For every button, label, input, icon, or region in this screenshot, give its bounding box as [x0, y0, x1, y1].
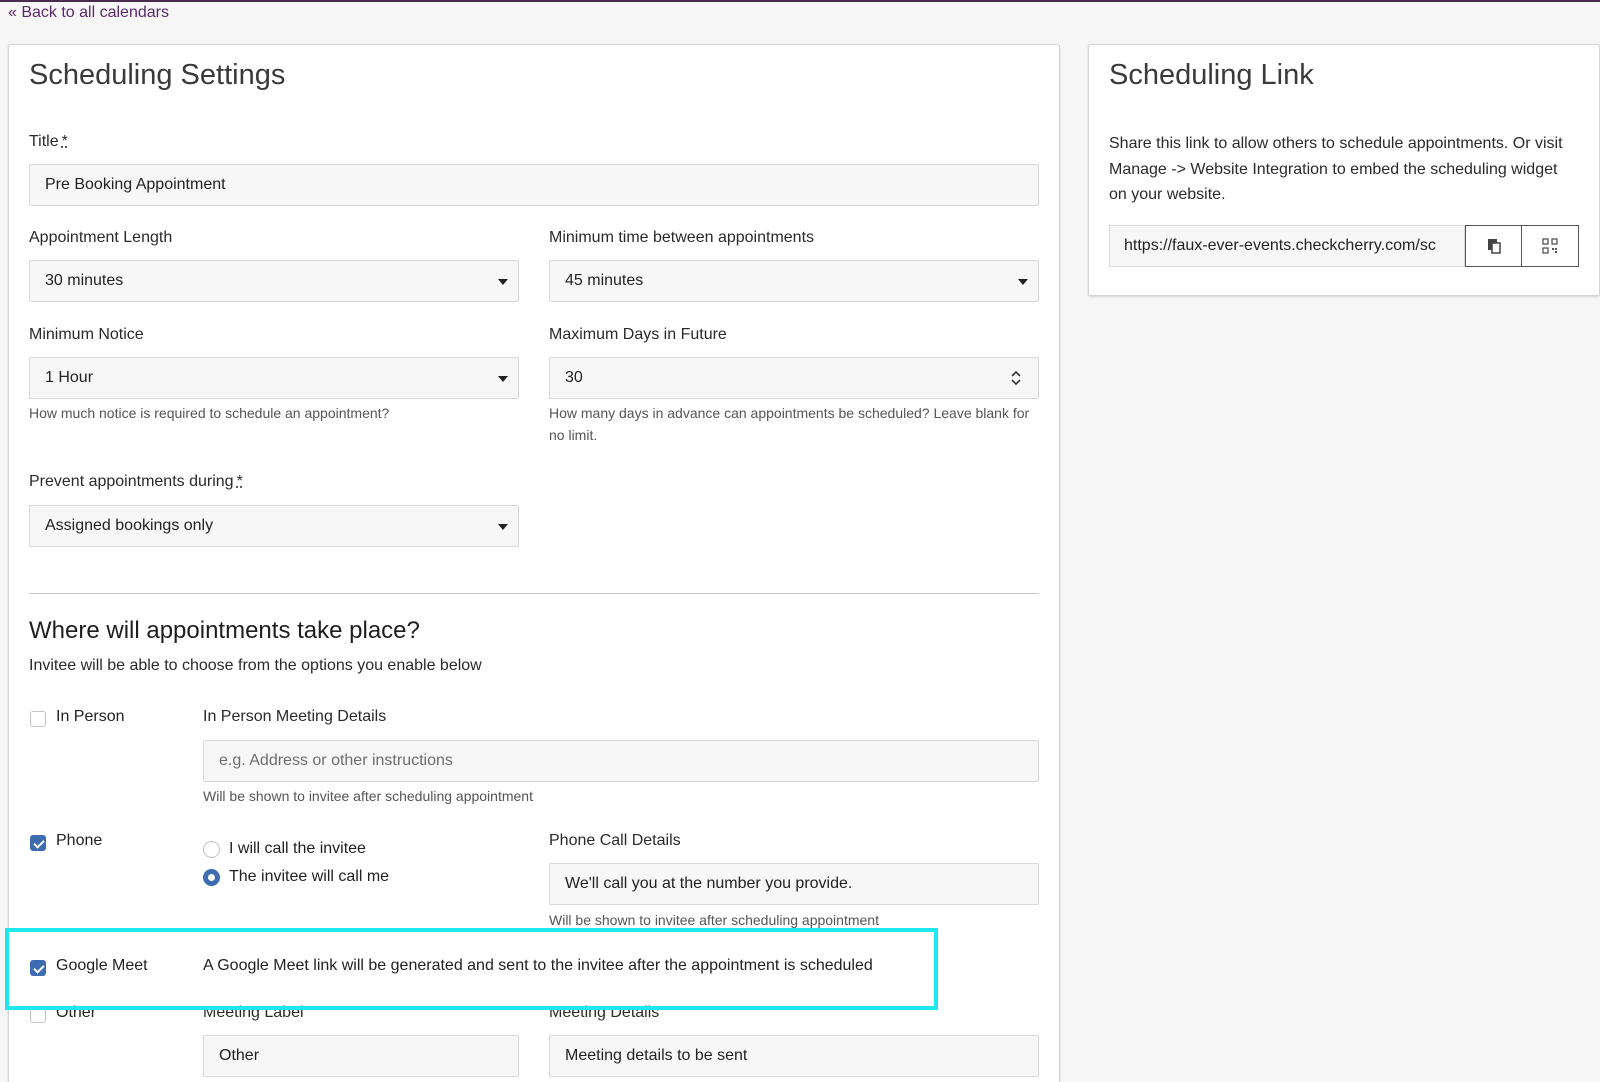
dropdown-caret-icon — [498, 524, 508, 530]
copy-icon — [1487, 239, 1501, 254]
scheduling-link-panel: Scheduling Link Share this link to allow… — [1088, 44, 1600, 296]
call-invitee-label: I will call the invitee — [229, 840, 366, 857]
invitee-calls-radio[interactable] — [203, 869, 220, 886]
dropdown-caret-icon — [498, 279, 508, 285]
in-person-label: In Person — [56, 708, 125, 725]
back-to-calendars-link[interactable]: « Back to all calendars — [8, 4, 169, 22]
invitee-calls-label: The invitee will call me — [229, 868, 390, 885]
scheduling-link-description: Share this link to allow others to sched… — [1109, 135, 1563, 203]
dropdown-caret-icon — [1018, 279, 1028, 285]
prevent-select[interactable]: Assigned bookings only — [29, 505, 519, 547]
phone-help: Will be shown to invitee after schedulin… — [549, 912, 879, 928]
section-divider — [29, 593, 1039, 594]
other-label: Other — [56, 1004, 97, 1021]
phone-details-input[interactable]: We'll call you at the number you provide… — [549, 863, 1039, 905]
appointment-length-label: Appointment Length — [29, 229, 173, 246]
scheduling-link-input[interactable]: https://faux-ever-events.checkcherry.com… — [1109, 225, 1465, 267]
meeting-details-label: Meeting Details — [549, 1004, 660, 1021]
min-time-between-select[interactable]: 45 minutes — [549, 260, 1039, 302]
meeting-label-label: Meeting Label — [203, 1004, 304, 1021]
google-meet-description: A Google Meet link will be generated and… — [203, 957, 873, 974]
in-person-checkbox[interactable] — [30, 711, 46, 727]
phone-checkbox[interactable] — [30, 835, 46, 851]
in-person-details-label: In Person Meeting Details — [203, 708, 387, 725]
max-days-help: How many days in advance can appointment… — [549, 405, 1030, 443]
scheduling-settings-title: Scheduling Settings — [29, 59, 286, 91]
google-meet-checkbox[interactable] — [30, 960, 46, 976]
title-label: Title * — [29, 133, 68, 150]
other-checkbox[interactable] — [30, 1007, 46, 1023]
in-person-details-input[interactable]: e.g. Address or other instructions — [203, 740, 1039, 782]
min-notice-select[interactable]: 1 Hour — [29, 357, 519, 399]
dropdown-caret-icon — [498, 376, 508, 382]
meeting-details-input[interactable]: Meeting details to be sent — [549, 1035, 1039, 1077]
scheduling-settings-panel: Scheduling Settings Title * Pre Booking A… — [8, 44, 1060, 1082]
google-meet-label: Google Meet — [56, 957, 148, 974]
appointment-length-select[interactable]: 30 minutes — [29, 260, 519, 302]
max-days-input[interactable]: 30 — [549, 357, 1039, 399]
location-section-subtitle: Invitee will be able to choose from the … — [29, 657, 482, 674]
in-person-help: Will be shown to invitee after schedulin… — [203, 788, 533, 804]
prevent-label: Prevent appointments during * — [29, 473, 243, 490]
title-input[interactable]: Pre Booking Appointment — [29, 164, 1039, 206]
scheduling-link-title: Scheduling Link — [1109, 59, 1314, 91]
min-time-between-label: Minimum time between appointments — [549, 229, 815, 246]
number-spinner-icon[interactable] — [1010, 368, 1022, 388]
qr-code-icon — [1542, 238, 1558, 254]
max-days-label: Maximum Days in Future — [549, 326, 727, 343]
copy-link-button[interactable] — [1465, 225, 1522, 267]
phone-details-label: Phone Call Details — [549, 832, 681, 849]
call-invitee-radio[interactable] — [203, 841, 220, 858]
location-section-title: Where will appointments take place? — [29, 617, 420, 644]
meeting-label-input[interactable]: Other — [203, 1035, 519, 1077]
min-notice-label: Minimum Notice — [29, 326, 144, 343]
min-notice-help: How much notice is required to schedule … — [29, 405, 390, 421]
scheduling-link-group: https://faux-ever-events.checkcherry.com… — [1109, 225, 1579, 267]
qr-code-button[interactable] — [1522, 225, 1579, 267]
phone-label: Phone — [56, 832, 103, 849]
